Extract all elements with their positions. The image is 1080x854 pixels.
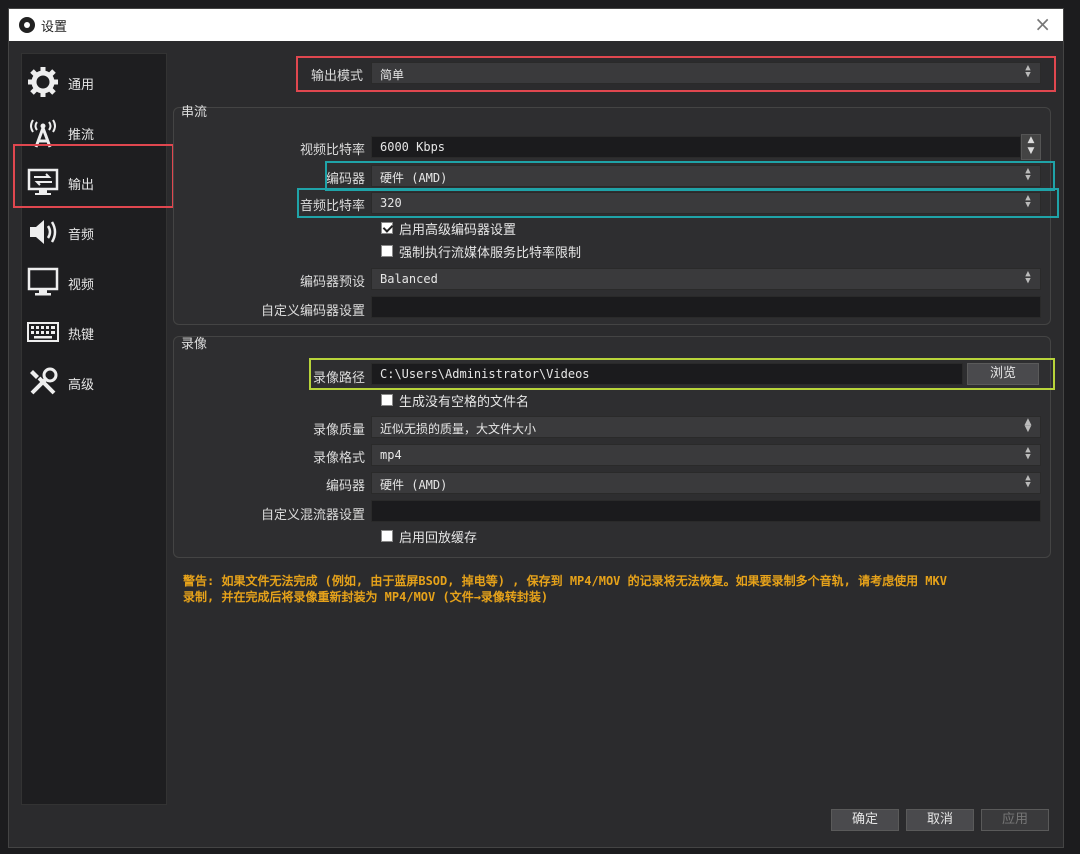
audio-bitrate-select[interactable]: 320 ▲ ▼ <box>371 192 1041 214</box>
settings-sidebar: 通用 推流 输出 音频 视频 热键 高级 <box>21 53 167 805</box>
warning-line-2: 录制, 并在完成后将录像重新封装为 MP4/MOV (文件→录像转封装) <box>183 590 549 604</box>
antenna-icon <box>30 119 56 148</box>
custom-muxer-input[interactable] <box>371 500 1041 522</box>
warning-line-1: 警告: 如果文件无法完成 (例如, 由于蓝屏BSOD, 掉电等) , 保存到 M… <box>183 574 947 588</box>
sidebar-item-label: 推流 <box>68 128 95 143</box>
recording-quality-label: 录像质量 <box>312 423 365 438</box>
enforce-limits-label: 强制执行流媒体服务比特率限制 <box>399 246 582 261</box>
video-bitrate-value: 6000 Kbps <box>380 140 446 154</box>
select-arrows-icon: ▲ ▼ <box>1025 63 1031 80</box>
custom-encoder-input[interactable] <box>371 296 1041 318</box>
sidebar-item-video[interactable]: 视频 <box>22 258 166 306</box>
recording-format-label: 录像格式 <box>312 451 365 466</box>
keyboard-icon <box>27 322 59 342</box>
select-arrows-icon: ▲ ▼ <box>1025 193 1031 210</box>
encoder-preset-label: 编码器预设 <box>299 275 365 290</box>
advanced-encoder-checkbox[interactable] <box>381 222 393 234</box>
sidebar-item-label: 热键 <box>68 328 95 343</box>
window-title: 设置 <box>41 20 68 35</box>
no-space-filename-checkbox[interactable] <box>381 394 393 406</box>
output-mode-select[interactable]: 简单 ▲ ▼ <box>371 62 1041 84</box>
title-bar: 设置 × <box>9 9 1063 41</box>
stream-encoder-label: 编码器 <box>325 172 365 187</box>
output-mode-label: 输出模式 <box>310 69 363 84</box>
spin-down-icon: ▼ <box>1027 146 1035 156</box>
gear-icon <box>28 67 58 97</box>
recording-encoder-label: 编码器 <box>325 479 365 494</box>
audio-bitrate-value: 320 <box>380 196 402 210</box>
spin-up-icon: ▲ <box>1027 135 1035 145</box>
recording-quality-select[interactable]: 近似无损的质量，大文件大小 ▲ ▼ <box>371 416 1041 438</box>
encoder-preset-value: Balanced <box>380 272 438 286</box>
obs-logo-icon <box>19 17 35 33</box>
encoder-preset-select[interactable]: Balanced ▲ ▼ <box>371 268 1041 290</box>
sidebar-item-output[interactable]: 输出 <box>22 158 166 206</box>
apply-button[interactable]: 应用 <box>981 809 1049 831</box>
stream-encoder-select[interactable]: 硬件 (AMD) ▲ ▼ <box>371 165 1041 187</box>
recording-path-value: C:\Users\Administrator\Videos <box>380 367 590 381</box>
browse-button[interactable]: 浏览 <box>967 363 1039 385</box>
recording-format-select[interactable]: mp4 ▲ ▼ <box>371 444 1041 466</box>
sidebar-item-audio[interactable]: 音频 <box>22 208 166 256</box>
sidebar-item-general[interactable]: 通用 <box>22 58 166 106</box>
select-arrows-icon: ▲ ▼ <box>1025 473 1031 490</box>
enforce-limits-checkbox[interactable] <box>381 245 393 257</box>
advanced-encoder-label: 启用高级编码器设置 <box>399 223 517 238</box>
stream-encoder-value: 硬件 (AMD) <box>380 171 448 185</box>
custom-muxer-label: 自定义混流器设置 <box>260 508 365 523</box>
video-bitrate-input[interactable]: 6000 Kbps <box>371 136 1021 158</box>
streaming-group-title: 串流 <box>181 105 208 120</box>
sidebar-item-label: 通用 <box>68 78 95 93</box>
replay-buffer-label: 启用回放缓存 <box>399 531 478 546</box>
recording-path-label: 录像路径 <box>312 371 365 386</box>
speaker-icon <box>30 220 57 244</box>
recording-quality-value: 近似无损的质量，大文件大小 <box>380 422 537 436</box>
recording-path-input[interactable]: C:\Users\Administrator\Videos <box>371 363 963 385</box>
sidebar-item-label: 视频 <box>68 278 95 293</box>
audio-bitrate-label: 音频比特率 <box>299 199 365 214</box>
video-bitrate-spinner[interactable]: ▲ ▼ <box>1021 134 1041 160</box>
select-arrows-icon: ▲ ▼ <box>1025 166 1031 183</box>
sidebar-item-label: 高级 <box>68 378 95 393</box>
no-space-filename-label: 生成没有空格的文件名 <box>399 395 530 410</box>
custom-encoder-label: 自定义编码器设置 <box>260 304 365 319</box>
select-arrows-icon: ▲ ▼ <box>1025 269 1031 286</box>
sidebar-item-advanced[interactable]: 高级 <box>22 358 166 406</box>
recording-encoder-select[interactable]: 硬件 (AMD) ▲ ▼ <box>371 472 1041 494</box>
select-arrows-icon: ▲ ▼ <box>1025 445 1031 462</box>
monitor-arrow-icon <box>27 168 59 195</box>
recording-format-value: mp4 <box>380 448 402 462</box>
recording-encoder-value: 硬件 (AMD) <box>380 478 448 492</box>
output-settings-panel: 输出模式 简单 ▲ ▼ 串流 视频比特率 6000 Kbps ▲ ▼ 编码器 硬件 … <box>169 53 1059 813</box>
sidebar-item-stream[interactable]: 推流 <box>22 108 166 156</box>
ok-button[interactable]: 确定 <box>831 809 899 831</box>
monitor-icon <box>27 267 59 296</box>
settings-window: 设置 × 通用 推流 输出 音频 视频 热键 高级 输出模式 简单 ▲ ▼ 串流… <box>8 8 1064 848</box>
sidebar-item-label: 输出 <box>68 178 95 193</box>
recording-group-title: 录像 <box>181 337 208 352</box>
replay-buffer-checkbox[interactable] <box>381 530 393 542</box>
warning-message: 警告: 如果文件无法完成 (例如, 由于蓝屏BSOD, 掉电等) , 保存到 M… <box>183 573 1043 605</box>
video-bitrate-label: 视频比特率 <box>299 143 365 158</box>
output-mode-value: 简单 <box>380 68 405 82</box>
sidebar-item-hotkeys[interactable]: 热键 <box>22 308 166 356</box>
select-arrows-icon: ▲ ▼ <box>1024 417 1032 434</box>
close-icon[interactable]: × <box>1034 12 1051 36</box>
sidebar-item-label: 音频 <box>68 228 95 243</box>
tools-icon <box>30 367 58 395</box>
cancel-button[interactable]: 取消 <box>906 809 974 831</box>
